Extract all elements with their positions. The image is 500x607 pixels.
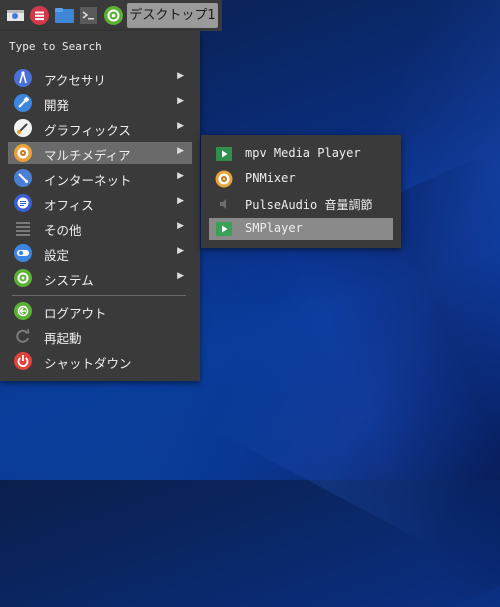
menu-item-logout[interactable]: ログアウト <box>8 300 192 322</box>
menu-item-label: オフィス <box>44 198 94 213</box>
submenu-item-pnmixer[interactable]: PNMixer <box>209 168 393 190</box>
smplayer-icon <box>215 220 233 238</box>
system-icon <box>14 269 32 287</box>
multimedia-icon <box>14 144 32 162</box>
search-input[interactable]: Type to Search <box>9 40 102 53</box>
app-menu-icon[interactable] <box>29 5 50 26</box>
submenu-arrow-icon: ▶ <box>177 171 184 181</box>
menu-item-label: 再起動 <box>44 331 82 346</box>
menu-item-label: 開発 <box>44 98 70 113</box>
graphics-icon <box>14 119 32 137</box>
submenu-item-label: SMPlayer <box>245 221 303 235</box>
settings-gear-icon[interactable] <box>103 5 124 26</box>
menu-separator <box>12 295 186 296</box>
menu-item-label: システム <box>44 273 94 288</box>
accessories-icon <box>14 69 32 87</box>
menu-item-office[interactable]: オフィス ▶ <box>8 192 192 214</box>
menu-item-internet[interactable]: インターネット ▶ <box>8 167 192 189</box>
top-panel: デスクトップ1 <box>0 0 222 31</box>
menu-item-graphics[interactable]: グラフィックス ▶ <box>8 117 192 139</box>
submenu-item-label: PulseAudio 音量調節 <box>245 198 373 212</box>
menu-item-label: インターネット <box>44 173 132 188</box>
application-menu: Type to Search アクセサリ ▶ 開発 ▶ グラフィックス ▶ マル… <box>0 31 200 381</box>
show-desktop-icon[interactable] <box>5 5 26 26</box>
submenu-item-label: PNMixer <box>245 171 296 185</box>
menu-item-settings[interactable]: 設定 ▶ <box>8 242 192 264</box>
menu-item-label: 設定 <box>44 248 70 263</box>
menu-item-multimedia[interactable]: マルチメディア ▶ <box>8 142 192 164</box>
submenu-arrow-icon: ▶ <box>177 121 184 131</box>
menu-item-label: ログアウト <box>44 306 107 321</box>
office-icon <box>14 194 32 212</box>
file-manager-icon[interactable] <box>54 5 75 26</box>
logout-icon <box>14 302 32 320</box>
multimedia-submenu: mpv Media Player PNMixer PulseAudio 音量調節… <box>201 135 401 248</box>
menu-item-label: アクセサリ <box>44 73 106 88</box>
shutdown-icon <box>14 352 32 370</box>
submenu-arrow-icon: ▶ <box>177 221 184 231</box>
submenu-arrow-icon: ▶ <box>177 71 184 81</box>
submenu-arrow-icon: ▶ <box>177 196 184 206</box>
pnmixer-icon <box>215 170 233 188</box>
development-icon <box>14 94 32 112</box>
submenu-arrow-icon: ▶ <box>177 96 184 106</box>
submenu-item-smplayer[interactable]: SMPlayer <box>209 218 393 240</box>
speaker-icon <box>215 195 233 213</box>
menu-item-accessories[interactable]: アクセサリ ▶ <box>8 67 192 89</box>
submenu-arrow-icon: ▶ <box>177 146 184 156</box>
settings-icon <box>14 244 32 262</box>
other-icon <box>14 219 32 237</box>
menu-item-label: その他 <box>44 223 82 238</box>
menu-item-label: マルチメディア <box>44 148 131 163</box>
menu-item-other[interactable]: その他 ▶ <box>8 217 192 239</box>
menu-item-label: シャットダウン <box>44 356 132 371</box>
mpv-icon <box>215 145 233 163</box>
menu-item-development[interactable]: 開発 ▶ <box>8 92 192 114</box>
workspace-button[interactable]: デスクトップ1 <box>127 3 218 28</box>
reboot-icon <box>14 327 32 345</box>
menu-item-shutdown[interactable]: シャットダウン <box>8 350 192 372</box>
submenu-item-mpv[interactable]: mpv Media Player <box>209 143 393 165</box>
menu-item-reboot[interactable]: 再起動 <box>8 325 192 347</box>
internet-icon <box>14 169 32 187</box>
submenu-item-label: mpv Media Player <box>245 146 361 160</box>
submenu-item-pulseaudio[interactable]: PulseAudio 音量調節 <box>209 193 393 215</box>
menu-item-label: グラフィックス <box>44 123 131 138</box>
menu-item-system[interactable]: システム ▶ <box>8 267 192 289</box>
submenu-arrow-icon: ▶ <box>177 246 184 256</box>
terminal-icon[interactable] <box>79 5 98 26</box>
submenu-arrow-icon: ▶ <box>177 271 184 281</box>
